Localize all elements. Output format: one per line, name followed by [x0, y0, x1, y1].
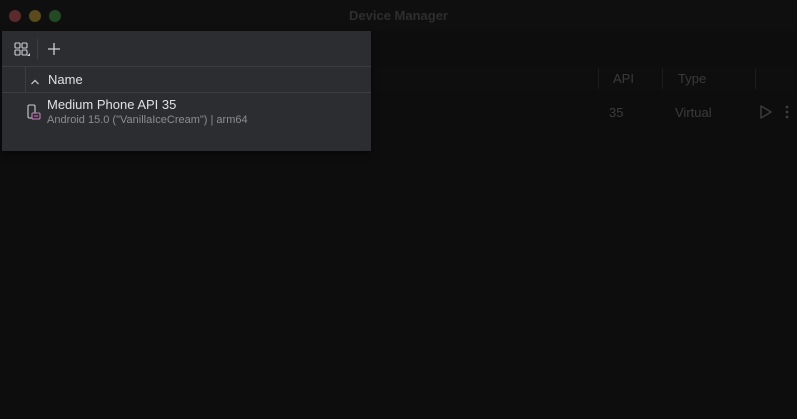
toolbar-divider — [37, 39, 38, 59]
column-divider — [662, 68, 663, 89]
column-divider — [755, 68, 756, 89]
kebab-menu-icon[interactable] — [782, 104, 792, 120]
device-manager-window: Device Manager API Type 35 Virtual Name … — [0, 0, 797, 419]
window-title: Device Manager — [349, 8, 448, 23]
plus-icon[interactable] — [43, 38, 65, 60]
header-spacer — [2, 67, 26, 92]
play-icon[interactable] — [759, 104, 773, 120]
device-name: Medium Phone API 35 — [47, 97, 177, 112]
chevron-up-icon[interactable] — [30, 74, 40, 85]
table-header: Name — [2, 66, 371, 93]
column-header-type[interactable]: Type — [678, 71, 706, 86]
panel-toolbar — [2, 31, 371, 65]
phone-device-icon — [27, 104, 41, 122]
device-grid-icon[interactable] — [11, 38, 33, 60]
device-row[interactable]: Medium Phone API 35 Android 15.0 ("Vanil… — [2, 93, 371, 133]
device-type: Virtual — [675, 105, 712, 120]
column-divider — [598, 68, 599, 89]
column-header-name[interactable]: Name — [48, 72, 83, 87]
device-subtitle: Android 15.0 ("VanillaIceCream") | arm64 — [47, 114, 248, 126]
device-api-level: 35 — [609, 105, 624, 120]
device-list-popup: Name Medium Phone API 35 Android 15.0 ("… — [2, 31, 371, 151]
column-header-api[interactable]: API — [613, 71, 634, 86]
title-bar: Device Manager — [0, 0, 797, 31]
